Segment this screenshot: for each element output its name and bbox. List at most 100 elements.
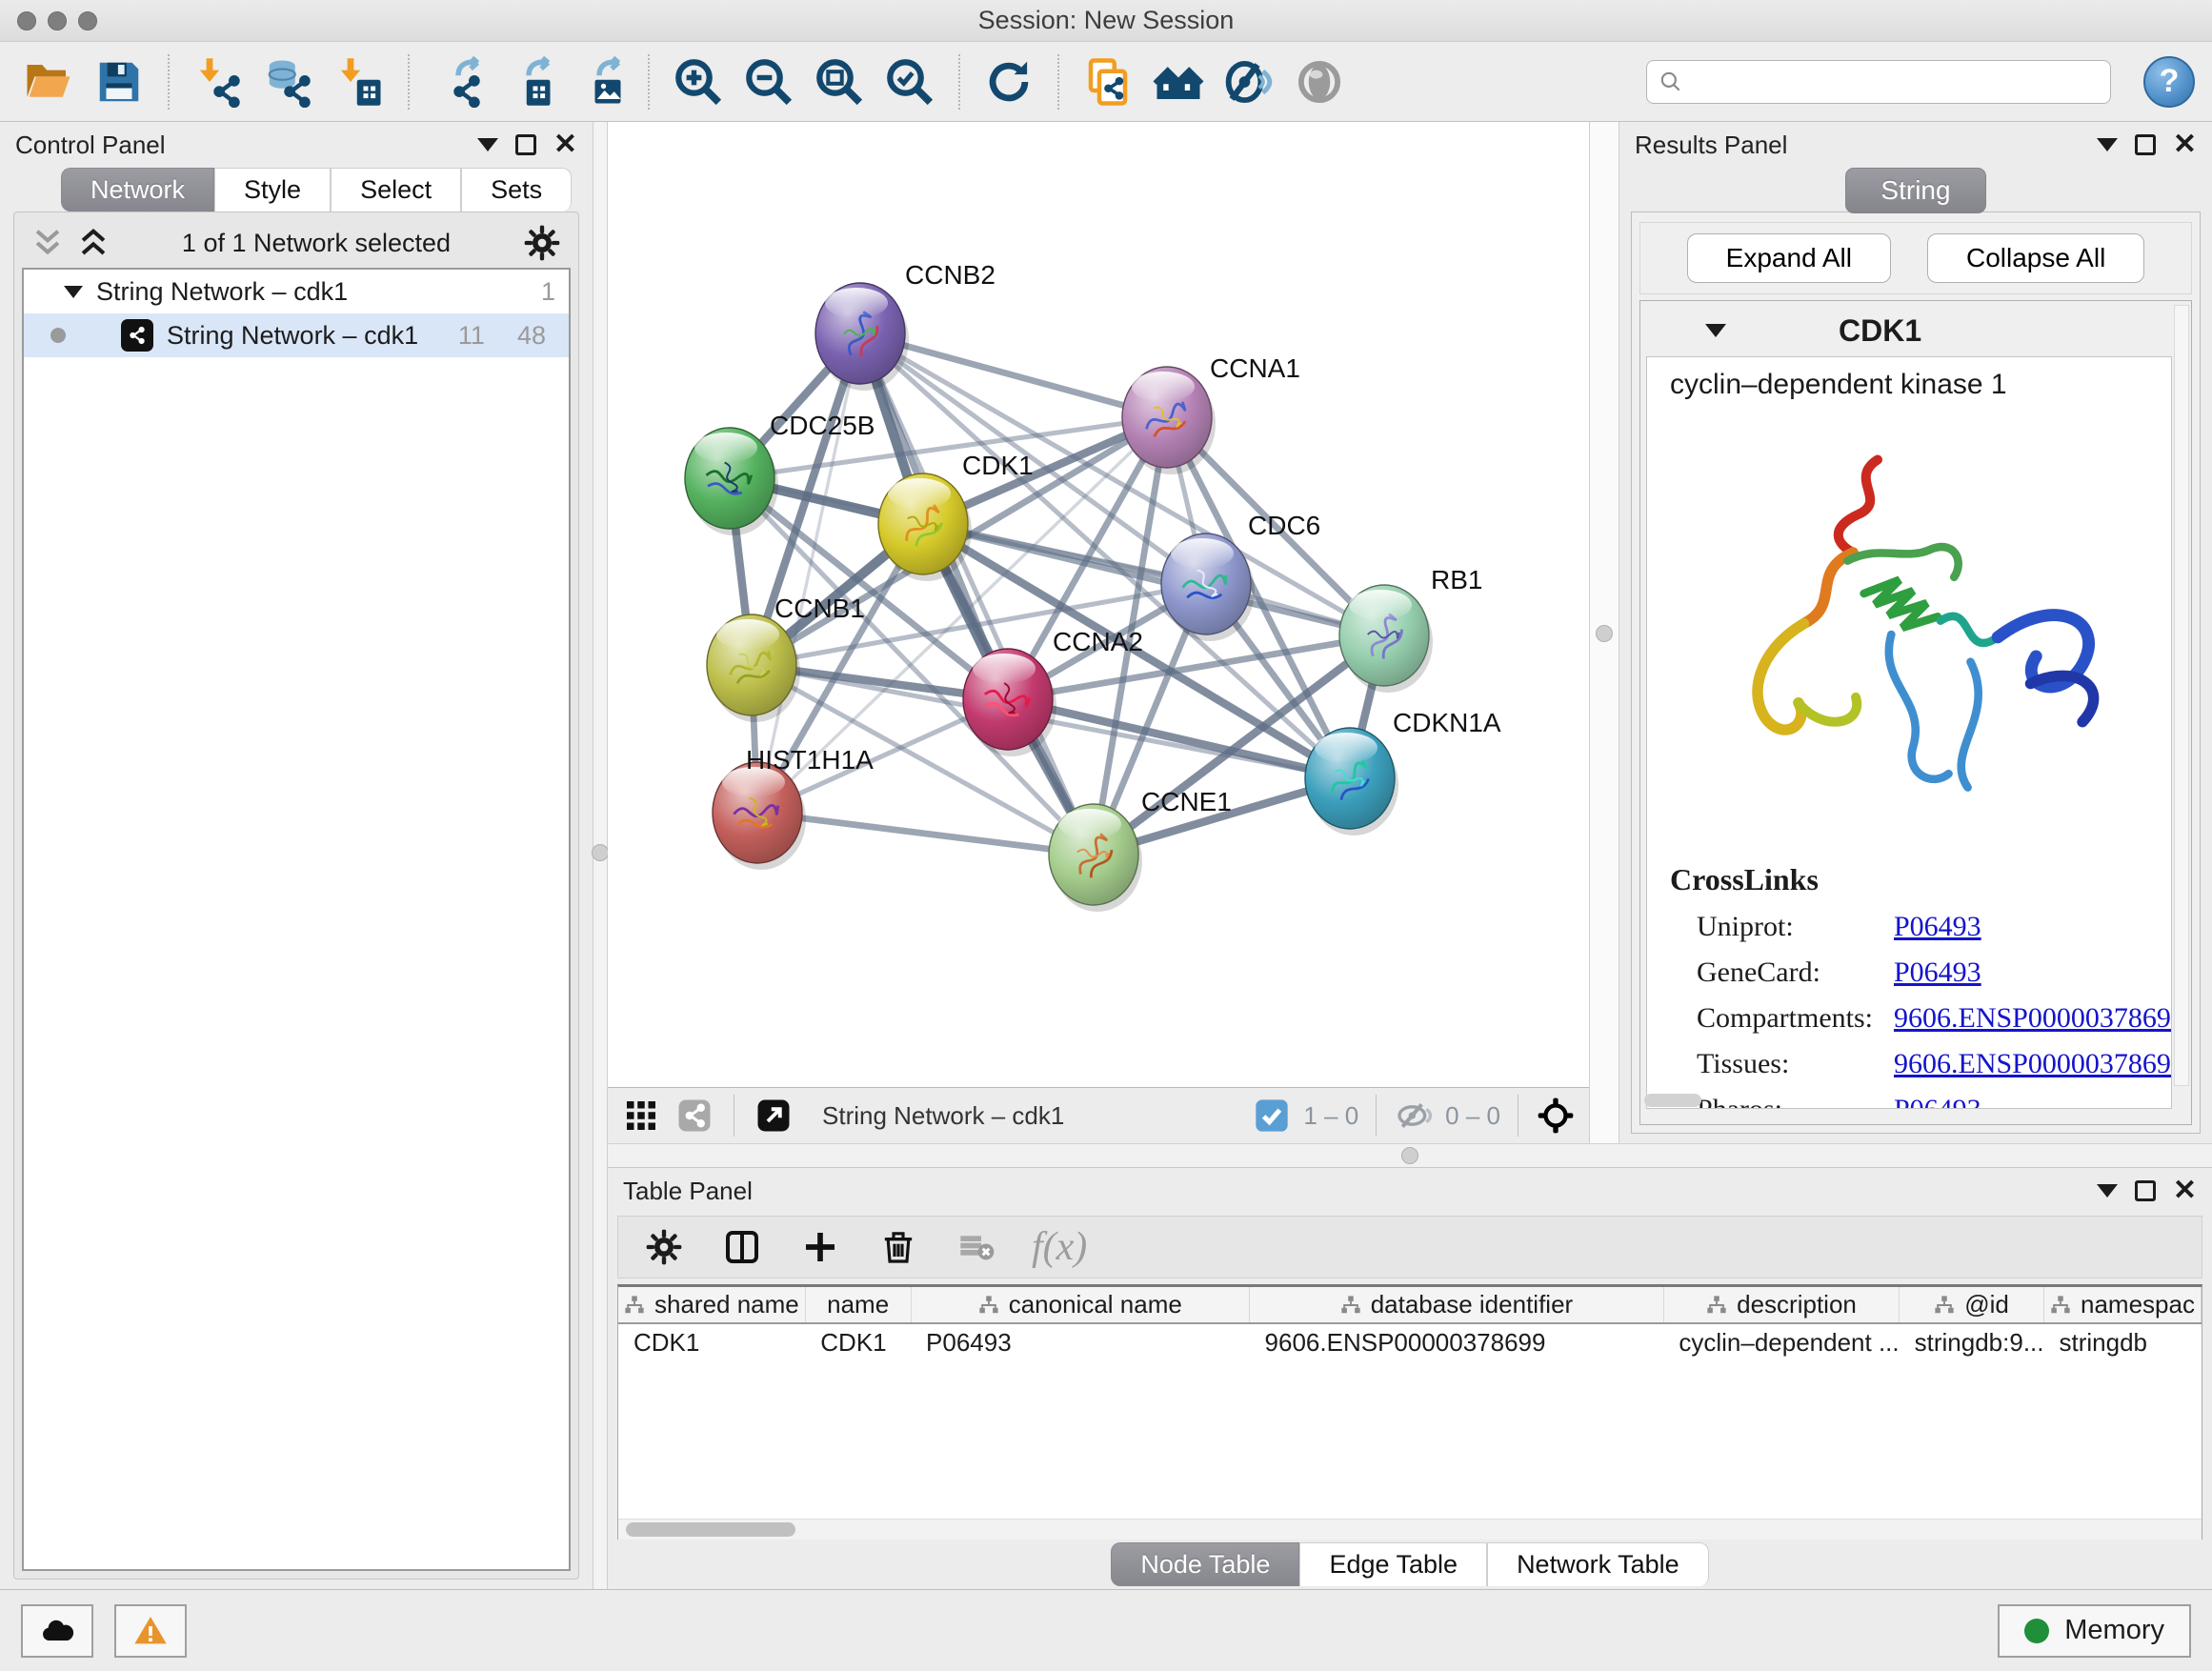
selected-checkbox-icon[interactable] (1252, 1096, 1292, 1136)
tab-string[interactable]: String (1845, 168, 1985, 213)
edge-HIST1H1A-CCNE1[interactable] (757, 813, 1094, 855)
crosslink-link[interactable]: P06493 (1894, 911, 1981, 943)
collapse-all-button[interactable]: Collapse All (1927, 233, 2144, 283)
expand-all-icon[interactable] (77, 229, 110, 257)
zoom-out-button[interactable] (737, 50, 800, 113)
tab-node-table[interactable]: Node Table (1111, 1542, 1299, 1586)
panel-close-icon[interactable]: ✕ (2173, 131, 2197, 159)
warning-icon (131, 1612, 170, 1650)
network-overview-button[interactable] (1147, 50, 1210, 113)
zoom-fit-button[interactable] (808, 50, 871, 113)
tree-expand-icon[interactable] (64, 286, 83, 298)
edge-CCNB2-CCNE1[interactable] (860, 333, 1094, 855)
zoom-in-button[interactable] (667, 50, 730, 113)
panel-float-icon[interactable] (515, 134, 536, 155)
left-panel-divider[interactable] (593, 122, 608, 1589)
open-session-button[interactable] (17, 50, 80, 113)
memory-button[interactable]: Memory (1998, 1604, 2191, 1658)
refresh-button[interactable] (977, 50, 1040, 113)
zoom-selected-button[interactable] (878, 50, 941, 113)
crosslink-link[interactable]: P06493 (1894, 1094, 1981, 1109)
show-hidden-icon (1294, 56, 1345, 108)
help-button[interactable]: ? (2143, 56, 2195, 108)
column-header-name[interactable]: name (805, 1287, 911, 1323)
panel-close-icon[interactable]: ✕ (553, 131, 577, 159)
duplicate-network-button[interactable] (1076, 50, 1139, 113)
column-header-shared-name[interactable]: shared name (618, 1287, 805, 1323)
collapse-all-icon[interactable] (31, 229, 64, 257)
hidden-eye-icon[interactable] (1394, 1096, 1434, 1136)
panel-collapse-icon[interactable] (2097, 1184, 2118, 1198)
column-header--id[interactable]: @id (1900, 1287, 2044, 1323)
birdseye-crosshair-icon[interactable] (1536, 1096, 1576, 1136)
section-collapse-icon[interactable] (1705, 324, 1726, 337)
node-CCNB1[interactable]: CCNB1 (707, 594, 865, 722)
search-input[interactable] (1691, 67, 2099, 96)
gene-section-header[interactable]: CDK1 (1646, 305, 2172, 356)
export-network-button[interactable] (427, 50, 490, 113)
hide-selected-button[interactable] (1217, 50, 1280, 113)
column-header-database-identifier[interactable]: database identifier (1250, 1287, 1664, 1323)
grid-view-icon[interactable] (621, 1096, 661, 1136)
add-column-icon[interactable] (797, 1224, 843, 1270)
panel-float-icon[interactable] (2135, 1180, 2156, 1201)
network-share-icon[interactable] (674, 1096, 714, 1136)
control-panel-tabs: NetworkStyleSelectSets (0, 168, 593, 211)
panel-float-icon[interactable] (2135, 134, 2156, 155)
tab-network[interactable]: Network (61, 168, 214, 211)
node-label-CDK1: CDK1 (962, 451, 1034, 480)
network-canvas[interactable]: CCNB2CCNA1CDC25BCDK1CDC6RB1CCNB1CCNA2CDK… (608, 122, 1589, 1087)
crosslink-link[interactable]: 9606.ENSP00000378699 (1894, 1048, 2172, 1080)
column-header-canonical-name[interactable]: canonical name (911, 1287, 1250, 1323)
tab-style[interactable]: Style (214, 168, 331, 211)
edge-CDK1-RB1[interactable] (923, 524, 1384, 635)
divider-handle[interactable] (592, 844, 609, 861)
export-image-button[interactable] (568, 50, 631, 113)
table-settings-gear-icon[interactable] (641, 1224, 687, 1270)
show-columns-icon[interactable] (719, 1224, 765, 1270)
network-options-gear-icon[interactable] (523, 224, 561, 262)
save-session-button[interactable] (88, 50, 151, 113)
table-horizontal-scrollbar[interactable] (618, 1519, 2202, 1540)
expand-all-button[interactable]: Expand All (1687, 233, 1891, 283)
tab-sets[interactable]: Sets (461, 168, 572, 211)
right-column: CCNB2CCNA1CDC25BCDK1CDC6RB1CCNB1CCNA2CDK… (608, 122, 2212, 1589)
divider-handle[interactable] (1596, 625, 1613, 642)
node-CCNA1[interactable]: CCNA1 (1122, 353, 1300, 474)
panel-collapse-icon[interactable] (2097, 138, 2118, 151)
tab-network-table[interactable]: Network Table (1487, 1542, 1709, 1586)
open-view-icon[interactable] (754, 1096, 794, 1136)
node-RB1[interactable]: RB1 (1339, 565, 1482, 693)
crosslink-link[interactable]: P06493 (1894, 956, 1981, 989)
results-vertical-scrollbar[interactable] (2174, 305, 2189, 1086)
column-header-description[interactable]: description (1663, 1287, 1899, 1323)
panel-collapse-icon[interactable] (477, 138, 498, 151)
node-CCNE1[interactable]: CCNE1 (1049, 787, 1232, 912)
tab-edge-table[interactable]: Edge Table (1299, 1542, 1487, 1586)
node-CCNB2[interactable]: CCNB2 (815, 260, 995, 391)
network-row-selected[interactable]: String Network – cdk1 11 48 (24, 313, 569, 357)
node-CDC6[interactable]: CDC6 (1161, 511, 1320, 641)
cloud-status-button[interactable] (21, 1604, 93, 1658)
table-row[interactable]: CDK1CDK1P064939606.ENSP00000378699cyclin… (618, 1323, 2202, 1361)
import-database-button[interactable] (257, 50, 320, 113)
delete-column-icon[interactable] (875, 1224, 921, 1270)
network-graph[interactable]: CCNB2CCNA1CDC25BCDK1CDC6RB1CCNB1CCNA2CDK… (608, 122, 1589, 1087)
table-panel-divider[interactable] (608, 1143, 2212, 1168)
tab-select[interactable]: Select (331, 168, 461, 211)
divider-handle[interactable] (1401, 1147, 1418, 1164)
show-hidden-button[interactable] (1288, 50, 1351, 113)
node-CDKN1A[interactable]: CDKN1A (1305, 708, 1501, 836)
network-collection-row[interactable]: String Network – cdk1 1 (24, 270, 569, 313)
import-table-button[interactable] (328, 50, 391, 113)
right-panel-divider[interactable] (1589, 122, 1619, 1143)
scrollbar-handle[interactable] (626, 1522, 795, 1537)
column-header-namespac[interactable]: namespac (2044, 1287, 2202, 1323)
node-HIST1H1A[interactable]: HIST1H1A (713, 745, 874, 870)
crosslink-link[interactable]: 9606.ENSP00000378699 (1894, 1002, 2172, 1035)
import-network-button[interactable] (187, 50, 250, 113)
panel-close-icon[interactable]: ✕ (2173, 1177, 2197, 1205)
export-table-button[interactable] (497, 50, 560, 113)
warning-status-button[interactable] (114, 1604, 187, 1658)
results-horizontal-scrollbar[interactable] (1644, 1094, 1701, 1107)
